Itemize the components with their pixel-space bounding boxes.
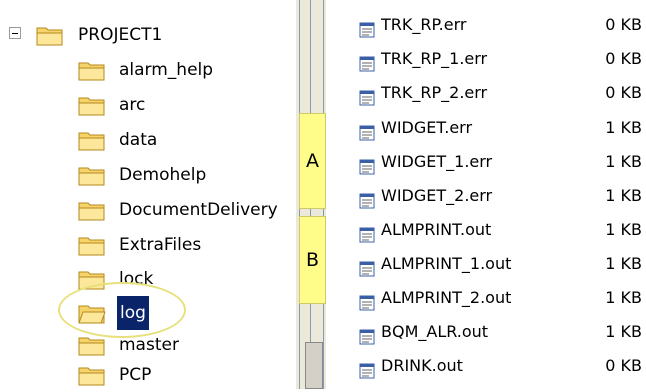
file-size: 1 KB [605, 254, 642, 273]
file-size: 0 KB [605, 356, 642, 375]
file-size: 0 KB [605, 15, 642, 34]
file-name: WIDGET_1.err [381, 152, 493, 171]
file-size: 1 KB [605, 152, 642, 171]
file-name: ALMPRINT_1.out [381, 254, 512, 273]
file-name: TRK_RP_1.err [381, 49, 488, 68]
file-row[interactable]: TRK_RP_1.err 0 KB [326, 43, 646, 75]
folder-icon [78, 234, 106, 256]
file-size: 1 KB [605, 288, 642, 307]
folder-tree: PROJECT1 alarm_help arc data Demohelp Do… [0, 0, 296, 389]
tree-item-label: DocumentDelivery [119, 200, 278, 220]
tree-item-label: PCP [119, 365, 152, 385]
file-name: WIDGET_2.err [381, 186, 493, 205]
file-size: 0 KB [605, 49, 642, 68]
file-name: TRK_RP_2.err [381, 83, 488, 102]
text-file-icon [359, 188, 375, 209]
file-list: TRK_RP.err 0 KB TRK_RP_1.err 0 KB TRK_RP_2.e… [326, 0, 646, 389]
callout-b: B [299, 216, 326, 304]
folder-icon [78, 199, 106, 221]
file-row[interactable]: TRK_RP.err 0 KB [326, 9, 646, 41]
text-file-icon [359, 222, 375, 243]
file-row[interactable]: DRINK.out 0 KB [326, 350, 646, 382]
scrollbar-thumb[interactable] [305, 342, 323, 389]
file-name: DRINK.out [381, 356, 463, 375]
tree-item-label: data [119, 130, 158, 150]
file-row[interactable]: BQM_ALR.out 1 KB [326, 316, 646, 348]
folder-icon [78, 129, 106, 151]
file-row[interactable]: ALMPRINT_1.out 1 KB [326, 248, 646, 280]
folder-icon [36, 24, 64, 46]
file-row[interactable]: ALMPRINT_2.out 1 KB [326, 282, 646, 314]
file-row[interactable]: TRK_RP_2.err 0 KB [326, 77, 646, 109]
tree-item-label: ExtraFiles [119, 235, 202, 255]
folder-icon [78, 94, 106, 116]
callout-a-label: A [306, 150, 319, 172]
file-row[interactable]: WIDGET_1.err 1 KB [326, 146, 646, 178]
folder-icon [78, 364, 106, 386]
file-size: 1 KB [605, 118, 642, 137]
file-name: BQM_ALR.out [381, 322, 489, 341]
tree-item-label: Demohelp [119, 165, 207, 185]
file-row[interactable]: WIDGET.err 1 KB [326, 112, 646, 144]
callout-b-label: B [305, 249, 320, 271]
file-size: 1 KB [605, 322, 642, 341]
folder-icon [78, 59, 106, 81]
tree-item-label: alarm_help [119, 60, 214, 80]
file-name: TRK_RP.err [381, 15, 467, 34]
tree-item-label: arc [119, 95, 146, 115]
highlight-circle [58, 282, 186, 338]
file-row[interactable]: WIDGET_2.err 1 KB [326, 180, 646, 212]
text-file-icon [359, 51, 375, 72]
file-row[interactable]: ALMPRINT.out 1 KB [326, 214, 646, 246]
file-size: 0 KB [605, 83, 642, 102]
folder-icon [78, 164, 106, 186]
collapse-toggle[interactable] [9, 27, 21, 39]
file-name: ALMPRINT_2.out [381, 288, 512, 307]
file-name: ALMPRINT.out [381, 220, 492, 239]
text-file-icon [359, 154, 375, 175]
text-file-icon [359, 358, 375, 379]
file-name: WIDGET.err [381, 118, 473, 137]
text-file-icon [359, 17, 375, 38]
tree-root-label: PROJECT1 [78, 25, 163, 45]
file-size: 1 KB [605, 186, 642, 205]
text-file-icon [359, 85, 375, 106]
folder-icon [78, 334, 106, 356]
text-file-icon [359, 324, 375, 345]
text-file-icon [359, 120, 375, 141]
callout-a: A [299, 113, 326, 209]
file-size: 1 KB [605, 220, 642, 239]
text-file-icon [359, 290, 375, 311]
text-file-icon [359, 256, 375, 277]
